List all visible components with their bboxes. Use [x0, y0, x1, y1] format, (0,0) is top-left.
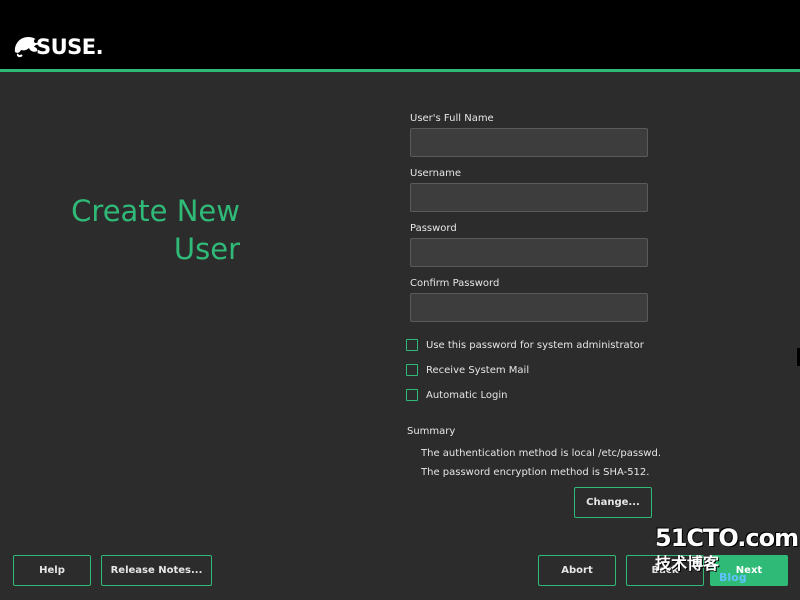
use-for-admin-checkbox[interactable]	[406, 339, 418, 351]
summary-title: Summary	[407, 426, 456, 437]
username-label: Username	[410, 168, 461, 179]
receive-mail-checkbox[interactable]	[406, 364, 418, 376]
confirm-password-input[interactable]	[410, 293, 648, 322]
receive-mail-label: Receive System Mail	[426, 364, 530, 376]
help-button[interactable]: Help	[13, 555, 91, 586]
auto-login-option[interactable]: Automatic Login	[406, 389, 507, 401]
suse-logo: SUSE.	[12, 18, 104, 59]
auto-login-checkbox[interactable]	[406, 389, 418, 401]
logo-text: SUSE.	[36, 35, 104, 59]
header-bar: SUSE.	[0, 0, 800, 70]
watermark: 51CTO.com 技术博客 Blog	[655, 524, 799, 583]
auto-login-label: Automatic Login	[426, 389, 508, 401]
receive-mail-option[interactable]: Receive System Mail	[406, 364, 529, 376]
summary-auth-method: The authentication method is local /etc/…	[421, 448, 662, 459]
use-for-admin-label: Use this password for system administrat…	[426, 339, 644, 351]
full-name-input[interactable]	[410, 128, 648, 157]
page-title: Create New User	[71, 194, 240, 266]
username-input[interactable]	[410, 183, 648, 212]
header-accent-line	[0, 69, 800, 72]
confirm-password-label: Confirm Password	[410, 278, 500, 289]
full-name-label: User's Full Name	[410, 113, 494, 124]
watermark-bottom-text: 技术博客	[655, 554, 720, 573]
release-notes-button[interactable]: Release Notes...	[101, 555, 212, 586]
password-label: Password	[410, 223, 457, 234]
watermark-url-text: Blog	[719, 571, 747, 584]
password-input[interactable]	[410, 238, 648, 267]
summary-encryption-method: The password encryption method is SHA-51…	[421, 467, 650, 478]
change-button[interactable]: Change...	[574, 487, 652, 518]
watermark-top-text: 51CTO.com	[655, 524, 799, 552]
use-for-admin-option[interactable]: Use this password for system administrat…	[406, 339, 644, 351]
abort-button[interactable]: Abort	[538, 555, 616, 586]
